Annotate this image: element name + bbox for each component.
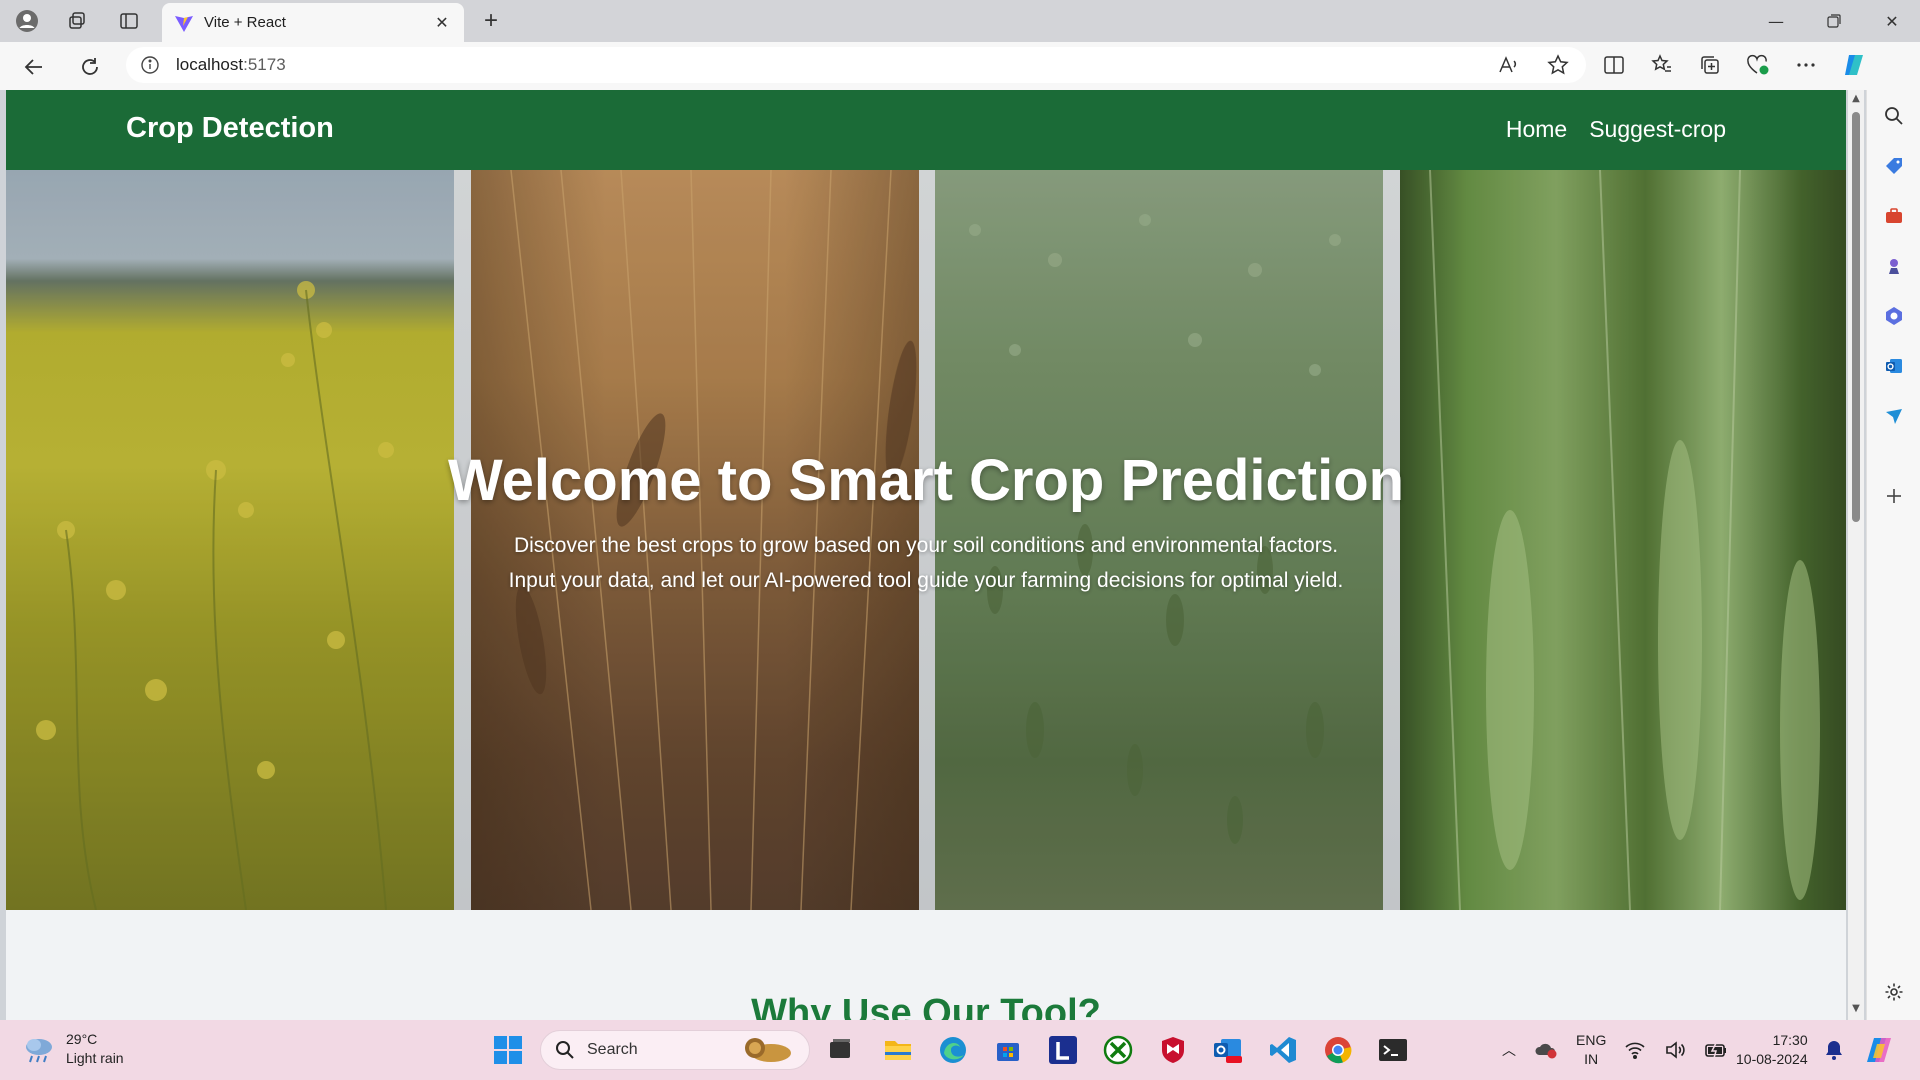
back-button[interactable] [18, 51, 50, 83]
tab-title: Vite + React [204, 14, 286, 31]
search-icon [556, 1041, 574, 1059]
sidebar-add-icon[interactable] [1882, 484, 1906, 508]
rain-cloud-icon [26, 1039, 52, 1063]
profile-icon[interactable] [12, 7, 42, 35]
sidebar-send-icon[interactable] [1882, 404, 1906, 428]
site-info-icon[interactable] [140, 55, 160, 75]
hero-title: Welcome to Smart Crop Prediction [447, 448, 1405, 513]
brand-logo[interactable]: Crop Detection [126, 112, 334, 145]
sidebar-games-icon[interactable] [1882, 254, 1906, 278]
search-highlight-lion-icon [745, 1038, 791, 1062]
sidebar-search-icon[interactable] [1882, 104, 1906, 128]
page-scrollbar[interactable]: ▲ ▼ [1848, 90, 1864, 1020]
clock-date: 10-08-2024 [1736, 1051, 1808, 1067]
copilot-taskbar-icon[interactable] [1864, 1020, 1896, 1080]
tab-close-icon[interactable]: ✕ [432, 13, 452, 32]
clock[interactable]: 17:30 10-08-2024 [1736, 1020, 1808, 1080]
workspaces-icon[interactable] [62, 7, 92, 35]
refresh-button[interactable] [74, 51, 106, 83]
favorite-star-icon[interactable] [1544, 51, 1572, 79]
chrome-icon[interactable] [1318, 1030, 1358, 1070]
scrollbar-thumb[interactable] [1852, 112, 1860, 522]
close-window-icon[interactable]: ✕ [1864, 0, 1920, 42]
system-tray: ︿ ENG IN [1502, 1020, 1728, 1080]
url-port: :5173 [243, 55, 286, 74]
onedrive-status-icon[interactable] [1534, 1040, 1558, 1060]
xbox-icon[interactable] [1098, 1030, 1138, 1070]
copilot-icon[interactable] [1840, 51, 1868, 79]
restore-icon[interactable] [1806, 0, 1862, 42]
nav-home-link[interactable]: Home [1506, 116, 1567, 143]
browser-essentials-icon[interactable] [1744, 51, 1772, 79]
taskbar-search[interactable]: Search [540, 1030, 810, 1070]
sidebar-tools-icon[interactable] [1882, 204, 1906, 228]
wifi-icon[interactable] [1624, 1040, 1646, 1060]
edge-browser-icon[interactable] [933, 1030, 973, 1070]
show-hidden-icons-chevron-icon[interactable]: ︿ [1502, 1040, 1516, 1060]
browser-title-bar: Vite + React ✕ + — ✕ [0, 0, 1920, 42]
browser-tab[interactable]: Vite + React ✕ [162, 3, 464, 42]
search-placeholder: Search [587, 1041, 638, 1058]
url-text[interactable]: localhost:5173 [176, 55, 286, 75]
scroll-down-arrow-icon[interactable]: ▼ [1851, 1004, 1861, 1014]
mcafee-icon[interactable] [1153, 1030, 1193, 1070]
l-app-icon[interactable] [1043, 1030, 1083, 1070]
windows-taskbar: 29°C Light rain Search ︿ ENG IN 17:30 10… [0, 1020, 1920, 1080]
notifications-bell-icon[interactable] [1824, 1020, 1844, 1080]
microsoft-store-icon[interactable] [988, 1030, 1028, 1070]
page-viewport: Crop Detection Home Suggest-crop Welcome… [6, 90, 1846, 1020]
scroll-up-arrow-icon[interactable]: ▲ [1851, 94, 1861, 104]
weather-temperature: 29°C [66, 1031, 98, 1047]
hero-section: Welcome to Smart Crop Prediction Discove… [6, 170, 1846, 910]
volume-icon[interactable] [1664, 1040, 1686, 1060]
terminal-icon[interactable] [1373, 1030, 1413, 1070]
favorites-icon[interactable] [1648, 51, 1676, 79]
read-aloud-icon[interactable] [1494, 51, 1522, 79]
weather-widget[interactable]: 29°C Light rain [22, 1030, 124, 1068]
new-tab-button[interactable]: + [476, 6, 506, 36]
nav-suggest-crop-link[interactable]: Suggest-crop [1589, 116, 1726, 143]
language-indicator[interactable]: ENG IN [1576, 1031, 1606, 1069]
minimize-icon[interactable]: — [1748, 0, 1804, 42]
sidebar-shopping-icon[interactable] [1882, 154, 1906, 178]
browser-toolbar: localhost:5173 [0, 42, 1920, 90]
clock-time: 17:30 [1772, 1032, 1808, 1048]
region-code: IN [1584, 1051, 1599, 1067]
hero-description: Discover the best crops to grow based on… [508, 534, 1344, 592]
address-bar[interactable]: localhost:5173 [126, 47, 1586, 83]
weather-description: Light rain [66, 1050, 124, 1066]
sidebar-settings-icon[interactable] [1882, 980, 1906, 1004]
outlook-new-icon[interactable] [1208, 1030, 1248, 1070]
vertical-tabs-icon[interactable] [114, 7, 144, 35]
task-view-icon[interactable] [820, 1030, 860, 1070]
vite-logo-icon [175, 15, 193, 32]
collections-icon[interactable] [1696, 51, 1724, 79]
vscode-icon[interactable] [1263, 1030, 1303, 1070]
more-options-icon[interactable] [1792, 51, 1820, 79]
sidebar-outlook-icon[interactable] [1882, 354, 1906, 378]
url-host: localhost [176, 55, 244, 74]
nav-links: Home Suggest-crop [1506, 116, 1726, 143]
language-code: ENG [1576, 1032, 1607, 1048]
app-navbar: Crop Detection Home Suggest-crop [6, 90, 1846, 170]
battery-charging-icon[interactable] [1704, 1040, 1728, 1060]
why-use-section-title: Why Use Our Tool? [751, 992, 1101, 1020]
edge-sidebar [1866, 90, 1920, 1020]
windows-start-icon[interactable] [488, 1030, 528, 1070]
file-explorer-icon[interactable] [878, 1030, 918, 1070]
split-screen-icon[interactable] [1600, 51, 1628, 79]
sidebar-microsoft365-icon[interactable] [1882, 304, 1906, 328]
